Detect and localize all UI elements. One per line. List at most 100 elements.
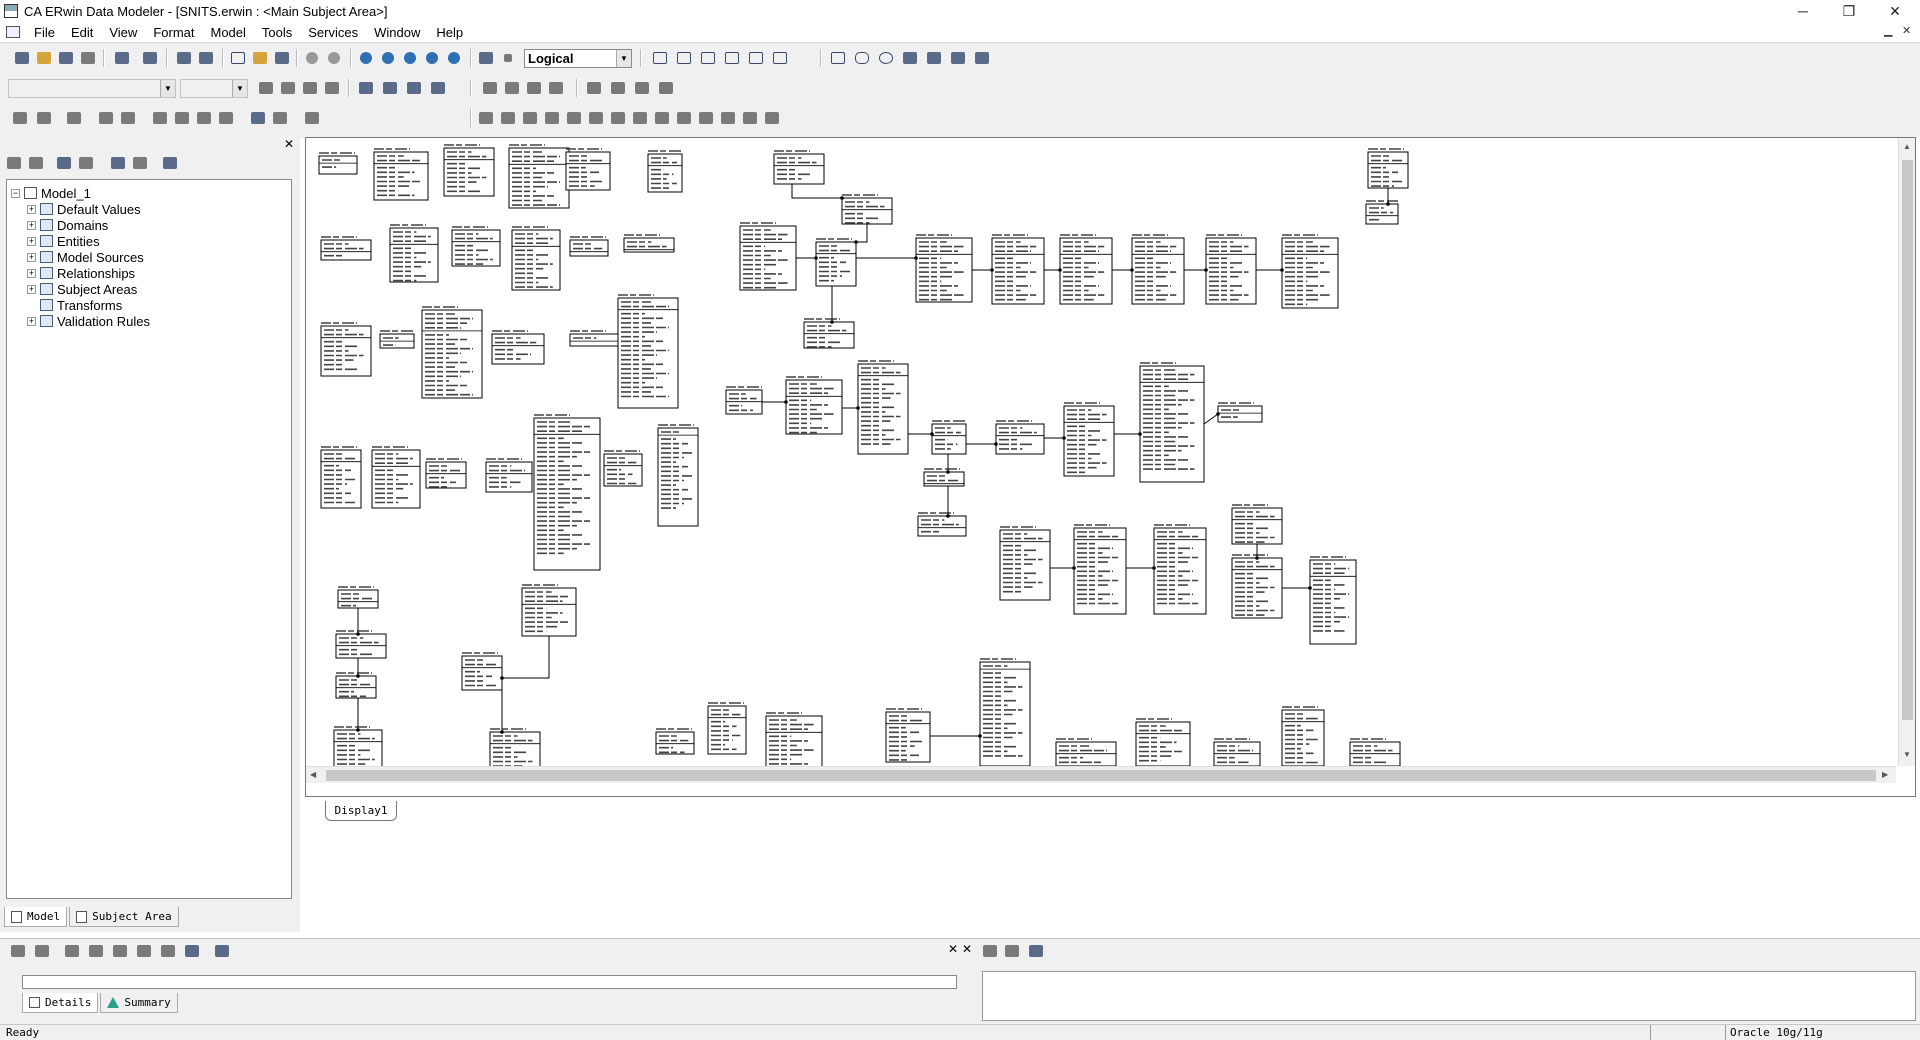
entity[interactable] <box>1365 203 1399 225</box>
new-model-icon[interactable] <box>12 48 32 68</box>
menu-format[interactable]: Format <box>145 25 202 40</box>
expand-icon[interactable]: + <box>27 284 36 294</box>
align-top-icon[interactable] <box>546 78 566 98</box>
entity[interactable] <box>1205 237 1257 305</box>
entity[interactable] <box>1073 527 1127 615</box>
identifying-relationship-icon[interactable] <box>722 48 742 68</box>
layout-snap-icon[interactable] <box>652 108 672 128</box>
relationship-line[interactable] <box>502 636 550 679</box>
mart-version-icon[interactable] <box>150 108 170 128</box>
view-level-select[interactable]: Logical ▼ <box>524 49 632 68</box>
mart-users-icon[interactable] <box>216 108 236 128</box>
subtype-tool-icon[interactable] <box>698 48 718 68</box>
layout-hierarchical-icon[interactable] <box>476 108 496 128</box>
entity[interactable] <box>371 449 421 509</box>
entity[interactable] <box>320 449 362 509</box>
rectangle-tool-icon[interactable] <box>828 48 848 68</box>
print-icon[interactable] <box>78 48 98 68</box>
diagram-canvas[interactable] <box>306 138 1896 766</box>
entity[interactable] <box>1281 709 1325 766</box>
layout-orthogonal-icon[interactable] <box>498 108 518 128</box>
mart-catalog-icon[interactable] <box>194 108 214 128</box>
tree-item-subject-areas[interactable]: + Subject Areas <box>7 281 291 297</box>
entity[interactable] <box>1059 237 1113 305</box>
overview-properties-icon[interactable] <box>1026 941 1046 961</box>
menu-services[interactable]: Services <box>300 25 366 40</box>
entity[interactable] <box>511 229 561 291</box>
entity[interactable] <box>533 417 601 571</box>
log-clear-icon[interactable] <box>62 941 82 961</box>
entity[interactable] <box>999 529 1051 601</box>
expand-icon[interactable]: + <box>27 204 36 214</box>
tree-item-model-sources[interactable]: + Model Sources <box>7 249 291 265</box>
entity[interactable] <box>923 471 965 487</box>
back-icon[interactable] <box>4 153 24 173</box>
layout-columns-icon[interactable] <box>586 108 606 128</box>
entity[interactable] <box>443 147 495 197</box>
chevron-down-icon[interactable]: ▼ <box>160 80 175 97</box>
mdi-close-icon[interactable]: ✕ <box>1902 24 1911 37</box>
italic-icon[interactable] <box>278 78 298 98</box>
layout-incremental-icon[interactable] <box>630 108 650 128</box>
log-properties-icon[interactable] <box>212 941 232 961</box>
model-mart-icon[interactable] <box>196 48 216 68</box>
fill-color-icon[interactable] <box>380 78 400 98</box>
forward-engineer-icon[interactable] <box>140 48 160 68</box>
cut-icon[interactable] <box>228 48 248 68</box>
save-icon[interactable] <box>56 48 76 68</box>
entity[interactable] <box>425 461 467 489</box>
copy-icon[interactable] <box>250 48 270 68</box>
lock-icon[interactable] <box>64 108 84 128</box>
close-icon[interactable]: ✕ <box>948 942 958 956</box>
font-color-icon[interactable] <box>356 78 376 98</box>
font-name-select[interactable]: ▼ <box>8 79 176 98</box>
properties-icon[interactable] <box>160 153 180 173</box>
entity[interactable] <box>569 239 609 257</box>
entity[interactable] <box>335 675 377 699</box>
menu-edit[interactable]: Edit <box>63 25 101 40</box>
log-star-icon[interactable] <box>182 941 202 961</box>
forward-icon[interactable] <box>26 153 46 173</box>
entity[interactable] <box>917 515 967 537</box>
display-level-dropdown-icon[interactable] <box>498 48 518 68</box>
entity[interactable] <box>815 241 857 287</box>
model-check-icon[interactable] <box>270 108 290 128</box>
entity[interactable] <box>655 731 695 755</box>
entity[interactable] <box>1231 557 1283 619</box>
rounded-rect-tool-icon[interactable] <box>852 48 872 68</box>
entity[interactable] <box>1281 237 1339 309</box>
entity[interactable] <box>885 711 931 763</box>
tree-item-domains[interactable]: + Domains <box>7 217 291 233</box>
layout-tree-icon[interactable] <box>542 108 562 128</box>
tree-item-entities[interactable]: + Entities <box>7 233 291 249</box>
layout-symmetric-icon[interactable] <box>564 108 584 128</box>
entity[interactable] <box>1131 237 1185 305</box>
entity[interactable] <box>508 147 570 209</box>
relationship-line[interactable] <box>1203 413 1219 425</box>
tab-summary[interactable]: Summary <box>100 993 178 1013</box>
layout-circular-icon[interactable] <box>520 108 540 128</box>
font-size-select[interactable]: ▼ <box>180 79 248 98</box>
horizontal-scroll-thumb[interactable] <box>326 770 1876 781</box>
entity[interactable] <box>1139 365 1205 483</box>
entity[interactable] <box>707 705 747 755</box>
expand-icon[interactable]: + <box>27 316 36 326</box>
collapse-icon[interactable]: − <box>11 188 20 198</box>
expand-icon[interactable]: + <box>27 268 36 278</box>
entity[interactable] <box>569 333 619 347</box>
entity[interactable] <box>773 153 825 185</box>
same-size-icon[interactable] <box>632 78 652 98</box>
line-style-icon[interactable] <box>428 78 448 98</box>
expand-icon[interactable]: + <box>27 236 36 246</box>
fill-tool-icon[interactable] <box>948 48 968 68</box>
undo-icon[interactable] <box>302 48 322 68</box>
entity[interactable] <box>765 715 823 766</box>
mart-save-icon[interactable] <box>34 108 54 128</box>
er-diagram[interactable] <box>306 138 1896 766</box>
entity[interactable] <box>421 309 483 399</box>
polyline-tool-icon[interactable] <box>924 48 944 68</box>
space-vertical-icon[interactable] <box>608 78 628 98</box>
tree-item-transforms[interactable]: Transforms <box>7 297 291 313</box>
tab-subject-area[interactable]: Subject Area <box>69 907 179 927</box>
entity[interactable] <box>857 363 909 455</box>
